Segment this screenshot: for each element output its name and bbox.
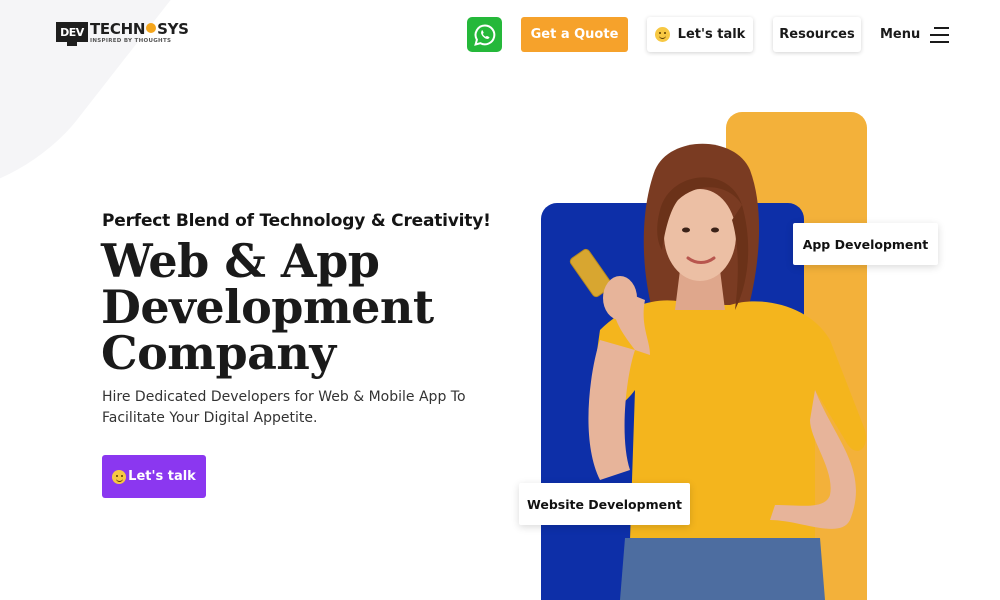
- resources-button[interactable]: Resources: [773, 17, 861, 52]
- logo-word-a: TECHN: [90, 20, 146, 38]
- get-quote-button[interactable]: Get a Quote: [521, 17, 628, 52]
- app-development-tag: App Development: [793, 223, 938, 265]
- whatsapp-button[interactable]: [467, 17, 502, 52]
- menu-button[interactable]: Menu: [880, 17, 950, 52]
- woman-with-phone-image: [569, 143, 866, 600]
- logo-word-b: SYS: [157, 20, 189, 38]
- bulb-icon: [146, 23, 157, 33]
- website-development-tag: Website Development: [519, 483, 690, 525]
- headline-line: Company: [101, 326, 336, 380]
- hamburger-icon: [930, 26, 950, 43]
- logo-stand: [67, 42, 77, 46]
- logo[interactable]: DEV TECHN SYS INSPIRED BY THOUGHTS: [56, 22, 189, 48]
- whatsapp-icon: [473, 23, 495, 46]
- lets-talk-label: Let's talk: [677, 27, 746, 42]
- hero-tagline: Perfect Blend of Technology & Creativity…: [102, 211, 491, 231]
- menu-label: Menu: [880, 27, 921, 42]
- hero-headline: Web & App Development Company: [101, 238, 434, 376]
- headline-line: Development: [101, 280, 434, 334]
- smile-icon: [112, 469, 127, 484]
- hero-lets-talk-button[interactable]: Let's talk: [102, 455, 206, 498]
- logo-tagline: INSPIRED BY THOUGHTS: [90, 38, 172, 44]
- headline-line: Web & App: [101, 234, 380, 288]
- smile-icon: [654, 27, 670, 42]
- logo-wordmark: TECHN SYS INSPIRED BY THOUGHTS: [90, 22, 189, 45]
- lets-talk-button[interactable]: Let's talk: [647, 17, 753, 52]
- hero-subtitle: Hire Dedicated Developers for Web & Mobi…: [102, 389, 466, 426]
- logo-mark: DEV: [56, 22, 88, 42]
- hero-cta-label: Let's talk: [128, 469, 196, 484]
